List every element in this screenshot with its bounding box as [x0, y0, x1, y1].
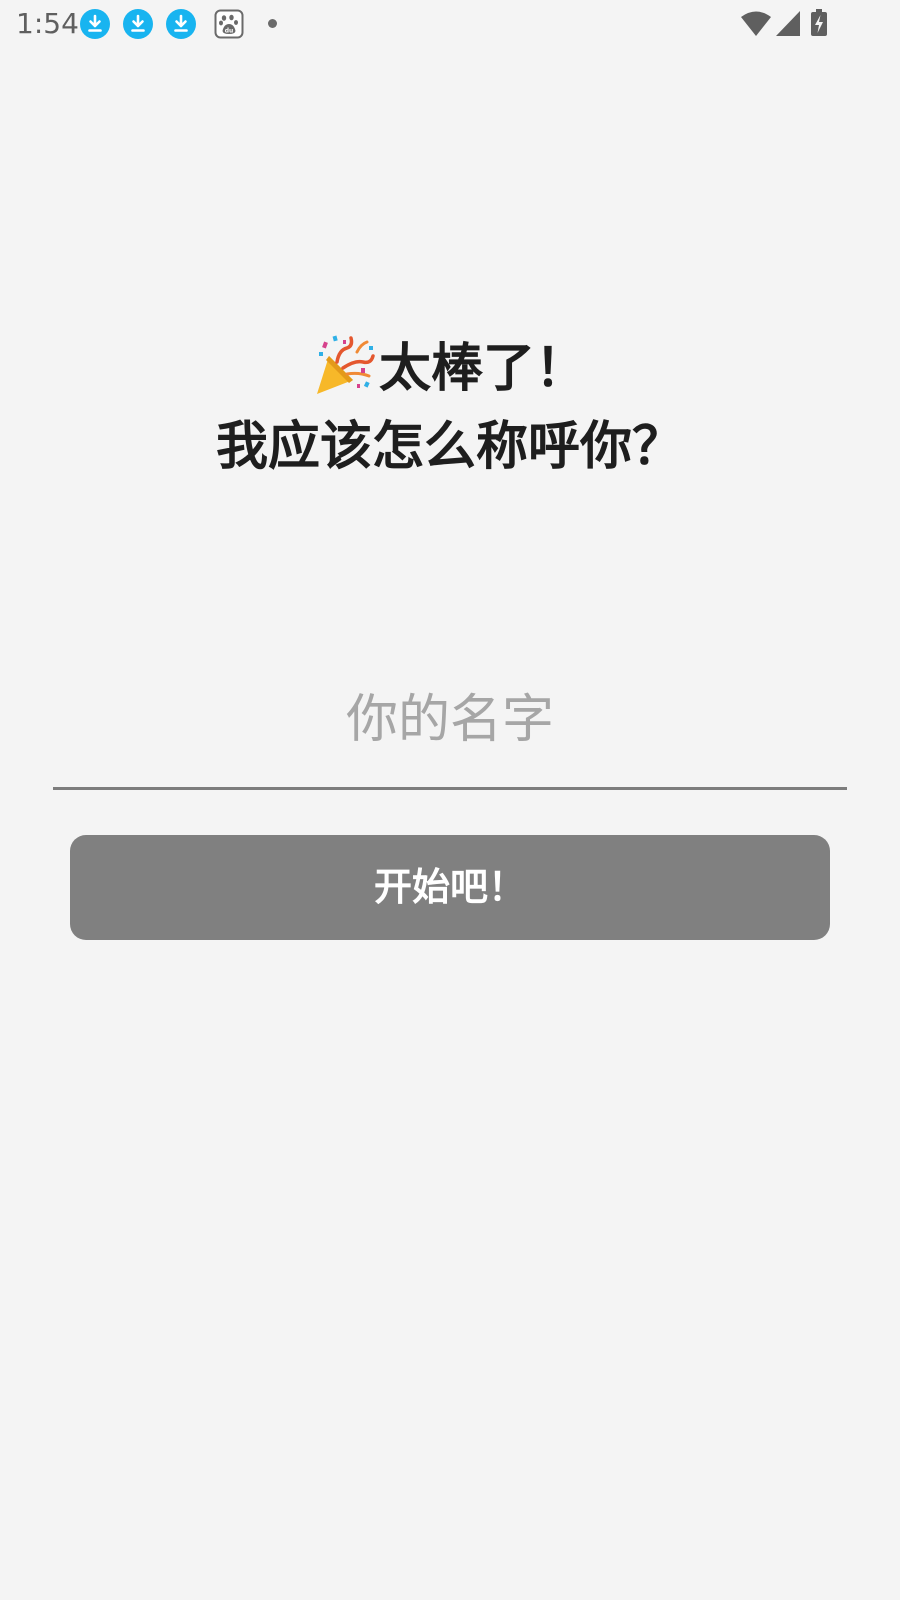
cell-signal-icon — [775, 9, 801, 41]
screen: 1:54 du 太棒了！ 我应该怎么称呼你？ 你的名字 开始吧！ — [0, 0, 900, 1600]
title-text-1: 太棒了！ — [378, 339, 587, 399]
wifi-icon — [740, 9, 772, 41]
download-icon — [166, 9, 196, 39]
download-icon — [123, 9, 153, 39]
baidu-icon: du — [214, 9, 244, 39]
status-time: 1:54 — [16, 7, 79, 40]
battery-charging-icon — [810, 9, 828, 41]
download-icon — [80, 9, 110, 39]
svg-text:du: du — [225, 28, 234, 35]
greeting-title: 太棒了！ 我应该怎么称呼你？ — [0, 330, 900, 486]
party-popper-icon — [313, 332, 377, 396]
start-button[interactable]: 开始吧！ — [70, 835, 830, 940]
input-underline — [53, 787, 847, 790]
title-line-1: 太棒了！ — [0, 330, 900, 408]
name-input[interactable] — [53, 672, 847, 768]
more-notifications-dot — [268, 19, 277, 28]
title-line-2: 我应该怎么称呼你？ — [215, 417, 684, 477]
status-bar: 1:54 du — [0, 0, 900, 48]
